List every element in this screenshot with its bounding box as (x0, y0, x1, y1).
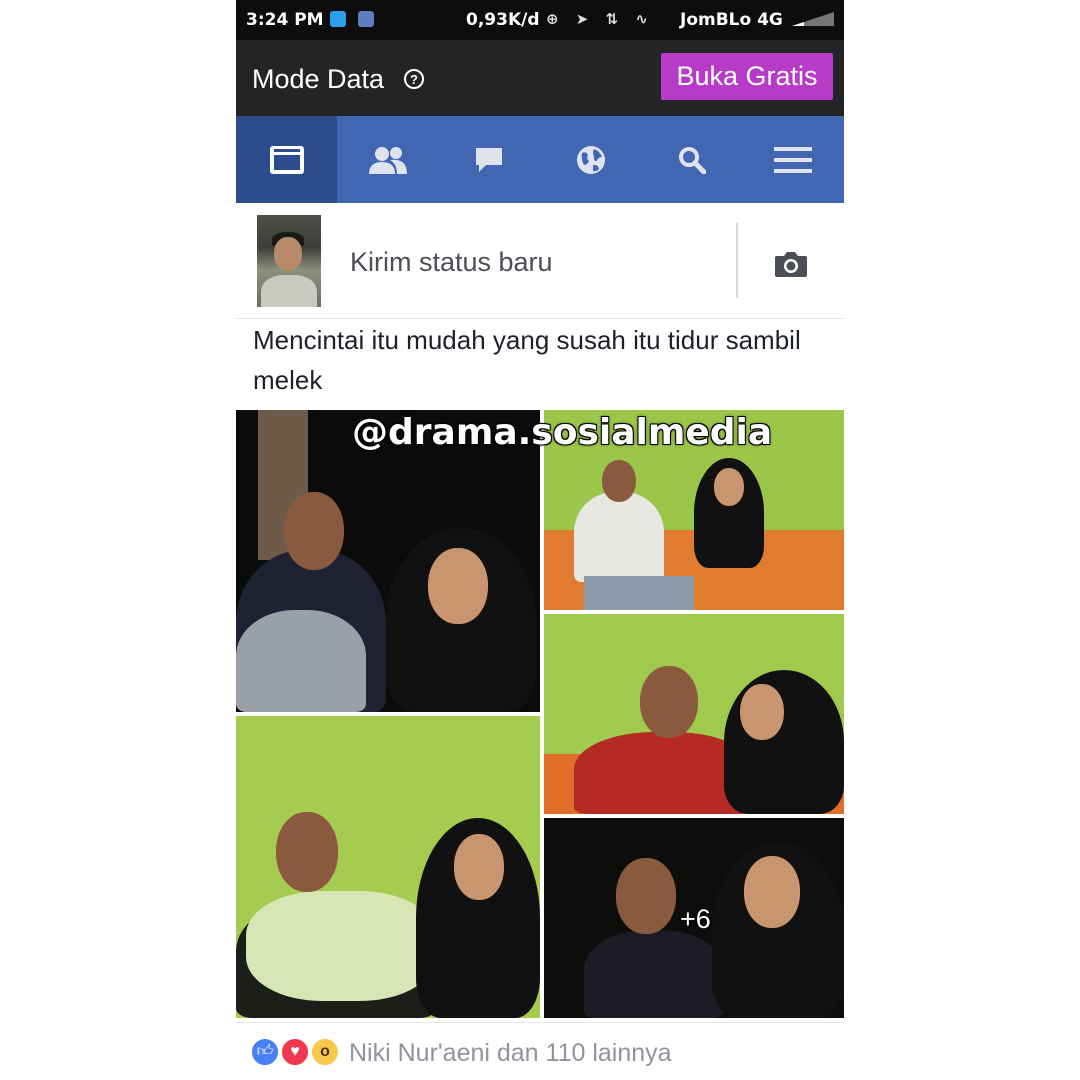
love-icon: ♥ (280, 1037, 310, 1067)
globe-icon (576, 145, 605, 174)
friends-icon (368, 146, 407, 174)
phone-screen: 3:24 PM 0,93K/d ⊕ ➤ ⇅ ∿ JomBLo 4G Mode D… (236, 0, 844, 1080)
watermark: @drama.sosialmedia (352, 412, 773, 453)
tab-menu[interactable] (743, 116, 844, 203)
tab-messages[interactable] (439, 116, 540, 203)
photo-grid: +6 @drama.sosialmedia (236, 410, 844, 1018)
tab-friends[interactable] (337, 116, 438, 203)
carrier-name: JomBLo 4G (680, 10, 783, 30)
composer-divider (736, 223, 738, 298)
photo-1[interactable] (236, 410, 540, 712)
avatar[interactable] (257, 215, 321, 307)
network-speed: 0,93K/d (466, 10, 540, 30)
photo-3[interactable] (544, 614, 844, 814)
signal-icon (792, 12, 834, 26)
status-composer: Kirim status baru (236, 203, 844, 319)
more-photos-count: +6 (680, 904, 711, 934)
photo-4[interactable] (236, 716, 540, 1018)
data-mode-label: Mode Data (252, 64, 385, 94)
status-bar: 3:24 PM 0,93K/d ⊕ ➤ ⇅ ∿ JomBLo 4G (236, 0, 844, 40)
post-text: Mencintai itu mudah yang susah itu tidur… (253, 325, 801, 395)
messages-icon (476, 147, 503, 172)
data-mode-bar: Mode Data ? Buka Gratis (236, 40, 844, 116)
status-time: 3:24 PM (246, 10, 324, 30)
menu-icon (774, 146, 813, 173)
reaction-names[interactable]: Niki Nur'aeni dan 110 lainnya (349, 1039, 672, 1068)
tab-notifications[interactable] (540, 116, 641, 203)
free-mode-button[interactable]: Buka Gratis (661, 53, 833, 100)
status-icons: ⊕ ➤ ⇅ ∿ (546, 10, 654, 28)
wow-icon: o (310, 1037, 340, 1067)
status-input[interactable]: Kirim status baru (350, 247, 553, 278)
reactions-bar[interactable]: 👍︎ ♥ o Niki Nur'aeni dan 110 lainnya (236, 1022, 844, 1080)
top-nav-bar (236, 116, 844, 203)
help-icon[interactable]: ? (404, 69, 424, 89)
twitter-icon (330, 11, 346, 27)
search-icon (678, 146, 706, 174)
tab-search[interactable] (641, 116, 742, 203)
camera-icon[interactable] (774, 250, 808, 278)
like-icon: 👍︎ (250, 1037, 280, 1067)
photo-5[interactable]: +6 (544, 818, 844, 1018)
bbm-icon (358, 11, 374, 27)
tab-news-feed[interactable] (236, 116, 338, 203)
news-feed-icon (269, 145, 304, 174)
